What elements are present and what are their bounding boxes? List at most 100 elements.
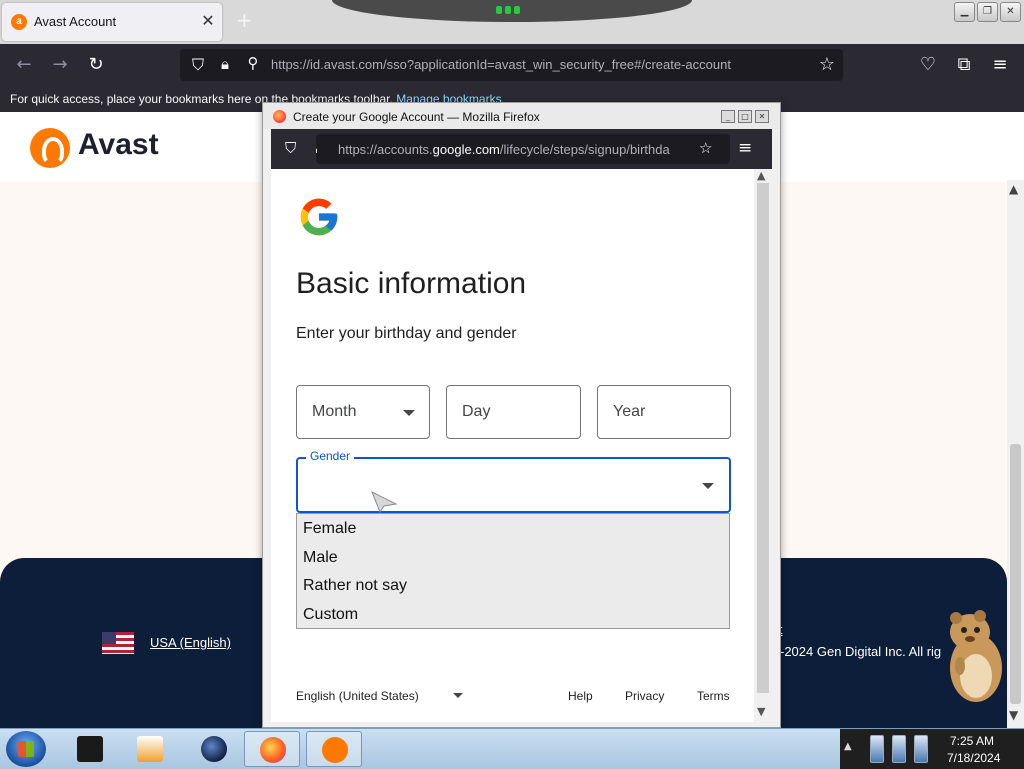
page-scrollbar[interactable]: ▲ ▼ bbox=[1007, 180, 1024, 728]
popup-url-path: /lifecycle/steps/signup/birthda bbox=[499, 142, 670, 157]
window-controls: ▁ ❐ ✕ bbox=[954, 2, 1024, 24]
popup-close-button[interactable]: ✕ bbox=[755, 110, 769, 123]
terminal-icon bbox=[77, 736, 103, 762]
google-logo-icon bbox=[300, 198, 338, 236]
signup-form: Basic information Enter your birthday an… bbox=[271, 169, 754, 722]
hamster-mascot-icon bbox=[950, 610, 1002, 702]
url-text: https://id.avast.com/sso?applicationId=a… bbox=[271, 57, 731, 72]
scroll-up-icon[interactable]: ▲ bbox=[1009, 182, 1018, 196]
help-link[interactable]: Help bbox=[568, 689, 593, 703]
popup-window-controls: _ □ ✕ bbox=[721, 110, 772, 123]
gender-option-female[interactable]: Female bbox=[303, 520, 356, 538]
firefox-taskbar-icon bbox=[260, 737, 286, 763]
reload-icon[interactable]: ↻ bbox=[84, 54, 108, 75]
bookmark-star-icon[interactable]: ☆ bbox=[815, 54, 839, 75]
popup-bookmark-star-icon[interactable]: ☆ bbox=[699, 139, 712, 157]
gender-option-male[interactable]: Male bbox=[303, 549, 338, 567]
month-label: Month bbox=[312, 403, 357, 420]
taskbar-app-avast[interactable] bbox=[306, 731, 362, 767]
scroll-down-icon[interactable]: ▼ bbox=[1009, 708, 1018, 722]
popup-maximize-button[interactable]: □ bbox=[738, 110, 752, 123]
tray-app-icon-1[interactable] bbox=[870, 735, 884, 763]
tray-expand-icon[interactable]: ▲ bbox=[844, 741, 852, 752]
new-tab-icon[interactable]: + bbox=[236, 8, 253, 32]
address-bar[interactable]: ⛉ 🔒︎ ⚲ https://id.avast.com/sso?applicat… bbox=[180, 49, 843, 81]
system-tray: ▲ 7:25 AM 7/18/2024 bbox=[840, 729, 1024, 769]
taskbar: ▲ 7:25 AM 7/18/2024 bbox=[0, 728, 1024, 769]
tray-app-icon-2[interactable] bbox=[892, 735, 906, 763]
close-window-button[interactable]: ✕ bbox=[1000, 2, 1021, 22]
popup-minimize-button[interactable]: _ bbox=[721, 110, 735, 123]
year-input[interactable]: Year bbox=[597, 385, 731, 439]
avast-logo-text: Avast bbox=[78, 128, 159, 161]
minimize-button[interactable]: ▁ bbox=[954, 2, 975, 22]
popup-lock-icon[interactable]: 🔒︎ bbox=[316, 141, 317, 157]
language-select[interactable]: English (United States) bbox=[296, 689, 419, 703]
terms-link[interactable]: Terms bbox=[697, 689, 730, 703]
scroll-thumb[interactable] bbox=[1010, 444, 1021, 704]
globe-icon bbox=[201, 736, 227, 762]
tab-title: Avast Account bbox=[34, 14, 117, 29]
popup-scroll-up-icon[interactable]: ▲ bbox=[757, 169, 765, 182]
day-label: Day bbox=[462, 403, 491, 420]
taskbar-app-network[interactable] bbox=[186, 731, 242, 767]
tab-avast-account[interactable]: a Avast Account ✕ bbox=[2, 3, 222, 41]
gender-dropdown-list: Female Male Rather not say Custom bbox=[296, 513, 730, 629]
popup-menu-icon[interactable]: ≡ bbox=[738, 138, 752, 158]
start-button[interactable] bbox=[6, 731, 46, 767]
menu-icon[interactable]: ≡ bbox=[988, 54, 1012, 75]
media-player-icon bbox=[137, 736, 163, 762]
avast-taskbar-icon bbox=[322, 737, 348, 763]
privacy-link[interactable]: Privacy bbox=[625, 689, 664, 703]
copyright-text: -2024 Gen Digital Inc. All rig bbox=[780, 644, 942, 659]
tab-bar: a Avast Account ✕ + ▁ ❐ ✕ bbox=[0, 0, 1024, 44]
page-subtitle: Enter your birthday and gender bbox=[296, 325, 517, 342]
popup-url-host: google.com bbox=[432, 142, 500, 157]
taskbar-app-terminal[interactable] bbox=[62, 731, 118, 767]
gender-select[interactable]: Gender bbox=[296, 449, 731, 513]
google-account-popup: Create your Google Account — Mozilla Fir… bbox=[262, 102, 781, 728]
popup-address-bar[interactable]: 🔒︎ https://accounts.google.com/lifecycle… bbox=[316, 134, 730, 164]
tray-app-icon-3[interactable] bbox=[914, 735, 928, 763]
permissions-icon[interactable]: ⚲ bbox=[241, 54, 265, 72]
popup-window-title: Create your Google Account — Mozilla Fir… bbox=[293, 110, 540, 124]
tab-close-icon[interactable]: ✕ bbox=[198, 11, 218, 30]
forward-icon[interactable]: → bbox=[48, 54, 72, 75]
notch-indicator-icon bbox=[496, 6, 530, 14]
popup-scroll-down-icon[interactable]: ▼ bbox=[757, 705, 765, 718]
page-title: Basic information bbox=[296, 267, 527, 300]
clock-date[interactable]: 7/18/2024 bbox=[947, 751, 1000, 765]
shield-icon[interactable]: ⛉ bbox=[186, 55, 210, 75]
extensions-icon[interactable]: ⧉ bbox=[952, 54, 976, 75]
popup-scroll-thumb[interactable] bbox=[757, 183, 769, 693]
year-label: Year bbox=[613, 403, 646, 420]
clock-time[interactable]: 7:25 AM bbox=[950, 734, 994, 748]
url-path: /sso?applicationId=avast_win_security_fr… bbox=[383, 57, 731, 72]
back-icon[interactable]: ← bbox=[12, 54, 36, 75]
usa-flag-icon bbox=[102, 632, 134, 654]
avast-favicon-icon: a bbox=[11, 14, 27, 30]
lock-icon[interactable]: 🔒︎ bbox=[213, 55, 237, 73]
popup-scrollbar[interactable]: ▲ ▼ bbox=[754, 169, 772, 722]
gender-option-rather-not-say[interactable]: Rather not say bbox=[303, 577, 407, 595]
gender-option-custom[interactable]: Custom bbox=[303, 606, 358, 624]
taskbar-app-firefox[interactable] bbox=[244, 731, 300, 767]
month-select[interactable]: Month bbox=[296, 385, 430, 439]
language-link[interactable]: USA (English) bbox=[150, 635, 231, 650]
avast-logo-icon bbox=[30, 128, 70, 168]
language-caret-icon bbox=[453, 693, 463, 698]
gender-label: Gender bbox=[306, 449, 355, 463]
popup-titlebar: Create your Google Account — Mozilla Fir… bbox=[263, 103, 780, 129]
popup-url-prefix: https://accounts. bbox=[338, 142, 433, 157]
navigation-toolbar: ← → ↻ ⛉ 🔒︎ ⚲ https://id.avast.com/sso?ap… bbox=[0, 44, 1024, 86]
popup-url-text: https://accounts.google.com/lifecycle/st… bbox=[338, 142, 670, 157]
firefox-icon bbox=[273, 110, 286, 123]
day-input[interactable]: Day bbox=[446, 385, 581, 439]
taskbar-app-media[interactable] bbox=[122, 731, 178, 767]
popup-shield-icon[interactable]: ⛉ bbox=[285, 139, 296, 157]
restore-button[interactable]: ❐ bbox=[977, 2, 998, 22]
url-host: https://id.avast.com bbox=[271, 57, 383, 72]
popup-address-toolbar: ⛉ 🔒︎ https://accounts.google.com/lifecyc… bbox=[271, 129, 772, 169]
mouse-cursor-icon bbox=[371, 490, 398, 514]
pocket-icon[interactable]: ♡ bbox=[916, 54, 940, 75]
